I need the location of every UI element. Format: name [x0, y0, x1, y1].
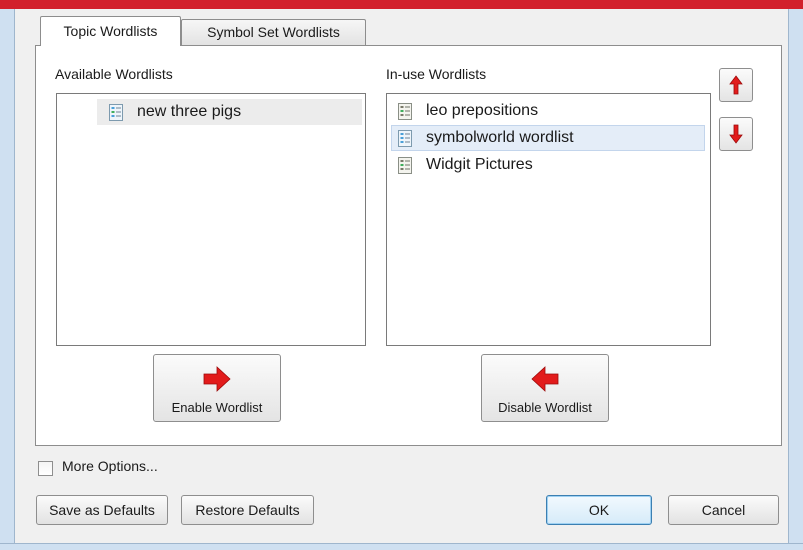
available-wordlists-list[interactable]: new three pigs	[56, 93, 366, 346]
window-frame-left	[0, 9, 15, 550]
list-item[interactable]: new three pigs	[97, 99, 362, 125]
in-use-wordlists-label: In-use Wordlists	[386, 66, 487, 82]
tab-symbol-set-wordlists[interactable]: Symbol Set Wordlists	[181, 19, 366, 46]
window-frame-right	[788, 9, 803, 550]
list-item-label: leo prepositions	[426, 102, 539, 119]
wordlist-icon	[109, 103, 123, 121]
more-options-label[interactable]: More Options...	[62, 458, 158, 474]
more-options-checkbox[interactable]	[38, 461, 53, 476]
wordlist-icon	[398, 129, 412, 147]
enable-wordlist-label: Enable Wordlist	[171, 400, 263, 415]
cancel-button[interactable]: Cancel	[668, 495, 779, 525]
move-down-button[interactable]	[719, 117, 753, 151]
list-item-label: symbolworld wordlist	[426, 129, 574, 146]
arrow-left-icon	[531, 366, 559, 392]
list-item-label: new three pigs	[137, 103, 242, 120]
ok-button[interactable]: OK	[546, 495, 652, 525]
move-up-button[interactable]	[719, 68, 753, 102]
list-item-label: Widgit Pictures	[426, 156, 533, 173]
list-item[interactable]: Widgit Pictures	[391, 152, 705, 178]
arrow-down-icon	[729, 124, 743, 144]
tab-panel: Available Wordlists new three pigs In-us…	[35, 45, 782, 446]
top-accent-bar	[0, 0, 803, 9]
save-as-defaults-button[interactable]: Save as Defaults	[36, 495, 168, 525]
disable-wordlist-label: Disable Wordlist	[498, 400, 592, 415]
window-frame-bottom	[0, 543, 803, 550]
list-item[interactable]: leo prepositions	[391, 98, 705, 124]
list-item-selected[interactable]: symbolworld wordlist	[391, 125, 705, 151]
in-use-wordlists-list[interactable]: leo prepositions symbolworld wordlist Wi…	[386, 93, 711, 346]
arrow-up-icon	[729, 75, 743, 95]
tab-topic-wordlists[interactable]: Topic Wordlists	[40, 16, 181, 46]
available-wordlists-label: Available Wordlists	[55, 66, 173, 82]
arrow-right-icon	[203, 366, 231, 392]
disable-wordlist-button[interactable]: Disable Wordlist	[481, 354, 609, 422]
enable-wordlist-button[interactable]: Enable Wordlist	[153, 354, 281, 422]
wordlist-icon	[398, 156, 412, 174]
restore-defaults-button[interactable]: Restore Defaults	[181, 495, 314, 525]
wordlist-icon	[398, 102, 412, 120]
